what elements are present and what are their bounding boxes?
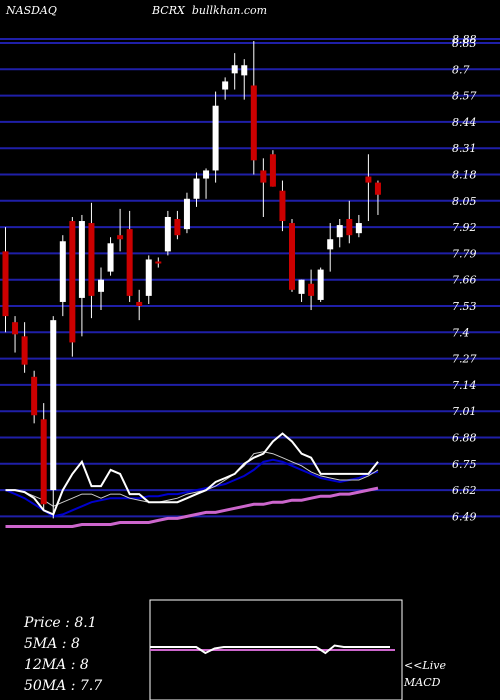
candle-down xyxy=(155,261,162,264)
candle-down xyxy=(260,170,267,183)
symbol-site-label: BCRX bullkhan.com xyxy=(152,4,267,17)
candle-down xyxy=(250,85,257,161)
candle-up xyxy=(59,241,66,302)
candle-down xyxy=(174,219,181,236)
candle-down xyxy=(365,176,372,183)
price-tick-label: 6.62 xyxy=(452,484,477,497)
ma50-info: 50MA : 7.7 xyxy=(24,678,103,694)
price-tick-label: 8.31 xyxy=(452,142,477,155)
price-tick-label: 8.7 xyxy=(452,63,470,76)
candle-up xyxy=(212,105,219,171)
price-tick-label: 6.49 xyxy=(452,510,477,523)
candle-up xyxy=(222,81,229,90)
site-label: bullkhan.com xyxy=(191,4,268,17)
candle-down xyxy=(117,235,124,240)
macd-live-label: <<Live xyxy=(404,659,446,672)
ma5-info: 5MA : 8 xyxy=(24,636,80,652)
candle-up xyxy=(327,239,334,250)
candle-up xyxy=(78,221,85,298)
candle-up xyxy=(193,178,200,199)
moving-average-lines xyxy=(5,432,379,528)
candle-down xyxy=(88,223,95,296)
candle-down xyxy=(346,219,353,236)
candle-down xyxy=(279,190,286,222)
candle-down xyxy=(69,221,76,343)
candle-up xyxy=(164,216,171,252)
candle-up xyxy=(183,198,190,230)
candle-down xyxy=(126,229,133,296)
price-tick-label: 8.83 xyxy=(452,37,477,50)
candle-down xyxy=(136,301,143,306)
macd-label: MACD xyxy=(404,676,441,689)
candle-down xyxy=(40,419,47,505)
candle-up xyxy=(203,170,210,179)
macd-panel xyxy=(149,599,403,700)
exchange-label: NASDAQ xyxy=(6,4,57,17)
price-tick-label: 6.88 xyxy=(452,432,477,445)
symbol-label: BCRX xyxy=(152,4,185,17)
price-tick-label: 6.75 xyxy=(452,458,477,471)
price-tick-label: 7.53 xyxy=(452,300,477,313)
price-tick-label: 8.44 xyxy=(452,116,477,129)
price-tick-label: 8.05 xyxy=(452,195,477,208)
price-tick-label: 8.57 xyxy=(452,90,477,103)
candle-down xyxy=(374,182,381,195)
price-axis-labels: 8.888.838.78.578.448.318.188.057.927.797… xyxy=(452,33,477,523)
price-tick-label: 7.01 xyxy=(452,405,477,418)
price-tick-label: 7.14 xyxy=(452,379,477,392)
candle-down xyxy=(289,223,295,290)
candle-up xyxy=(336,225,343,238)
candle-down xyxy=(308,283,315,296)
candle-down xyxy=(2,251,9,317)
candle-up xyxy=(231,65,238,74)
candle-up xyxy=(298,279,305,294)
candle-up xyxy=(98,279,104,292)
ma12-line xyxy=(5,458,379,518)
candle-down xyxy=(21,336,28,365)
candle-up xyxy=(241,65,248,76)
ma12-info: 12MA : 8 xyxy=(24,657,89,673)
ma5-line xyxy=(5,432,379,516)
price-tick-label: 7.27 xyxy=(452,353,477,366)
price-info: Price : 8.1 xyxy=(24,615,97,631)
candle-up xyxy=(145,259,152,296)
price-tick-label: 7.4 xyxy=(452,326,470,339)
candle-up xyxy=(107,243,114,272)
price-tick-label: 8.18 xyxy=(452,169,477,182)
price-tick-label: 7.92 xyxy=(452,221,477,234)
price-chart: 8.888.838.78.578.448.318.188.057.927.797… xyxy=(0,33,500,700)
candle-down xyxy=(269,154,276,187)
candle-down xyxy=(31,376,38,416)
candle-down xyxy=(12,322,19,335)
price-tick-label: 7.79 xyxy=(452,247,477,260)
candle-up xyxy=(355,223,362,234)
price-tick-label: 7.66 xyxy=(452,274,477,287)
candle-up xyxy=(317,269,324,300)
candle-up xyxy=(50,320,57,491)
